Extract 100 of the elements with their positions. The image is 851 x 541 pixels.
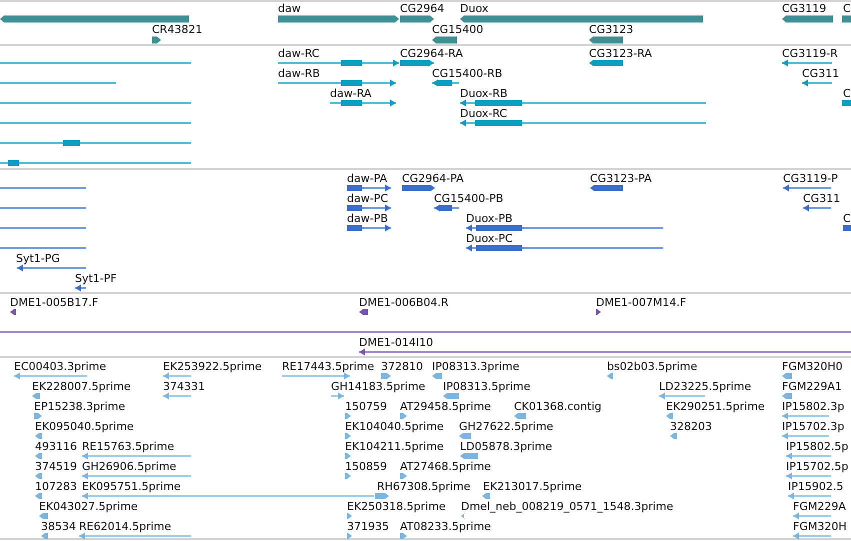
est-feature[interactable] [461, 513, 465, 519]
transcript-feature[interactable] [0, 160, 191, 166]
est-feature[interactable] [35, 473, 42, 479]
feature-label: bs02b03.5prime [607, 360, 698, 373]
est-feature[interactable] [432, 373, 442, 379]
est-feature[interactable] [788, 492, 831, 500]
feature-label: CG3123-PA [590, 172, 652, 185]
feature-label: CG311 [803, 192, 840, 205]
feature-label: daw-PA [347, 172, 388, 185]
est-feature[interactable] [400, 533, 407, 539]
est-feature[interactable] [41, 533, 48, 539]
est-feature[interactable] [282, 372, 350, 380]
est-feature[interactable] [14, 372, 87, 380]
est-feature[interactable] [782, 393, 792, 399]
gene-feature[interactable] [432, 36, 457, 44]
gene-feature[interactable] [400, 16, 434, 22]
est-feature[interactable] [381, 373, 391, 379]
feature-label: RH67308.5prime [377, 480, 470, 493]
feature-label: FGM229A [793, 500, 846, 513]
est-feature[interactable] [39, 513, 48, 519]
protein-feature[interactable] [17, 264, 86, 272]
est-feature[interactable] [163, 372, 191, 380]
est-feature[interactable] [443, 393, 459, 399]
clone-feature[interactable] [359, 348, 851, 356]
est-feature[interactable] [347, 513, 352, 519]
est-feature[interactable] [163, 392, 191, 400]
feature-label: CG311 [802, 67, 840, 80]
est-feature[interactable] [793, 532, 831, 540]
feature-label: IP15702.5p [786, 460, 848, 473]
feature-label: DME1-005B17.F [10, 296, 98, 309]
est-feature[interactable] [482, 493, 490, 499]
clone-feature[interactable] [596, 309, 601, 315]
transcript-feature[interactable] [782, 60, 832, 66]
est-feature[interactable] [345, 453, 351, 459]
feature-label: IP15802.5p [786, 440, 848, 453]
feature-label: CG2964-PA [402, 172, 464, 185]
protein-feature[interactable] [75, 284, 86, 292]
est-feature[interactable] [607, 373, 613, 379]
est-feature[interactable] [35, 433, 42, 439]
transcript-feature[interactable] [460, 120, 706, 126]
feature-label: LD23225.5prime [659, 380, 752, 393]
est-feature[interactable] [400, 413, 407, 419]
est-feature[interactable] [331, 392, 344, 400]
est-feature[interactable] [782, 432, 829, 440]
feature-label: 493116 [35, 440, 77, 453]
feature-label: DME1-014I10 [359, 336, 434, 349]
transcript-feature[interactable] [432, 80, 459, 86]
est-feature[interactable] [345, 413, 351, 419]
transcript-feature[interactable] [330, 100, 396, 106]
est-feature[interactable] [666, 413, 673, 419]
est-feature[interactable] [375, 493, 389, 499]
est-feature[interactable] [659, 392, 705, 400]
est-feature[interactable] [459, 433, 471, 439]
protein-feature[interactable] [466, 244, 663, 252]
est-feature[interactable] [82, 472, 191, 480]
feature-label: daw-PC [347, 192, 388, 205]
feature-label: IP15802.3p [782, 400, 844, 413]
est-feature[interactable] [345, 473, 351, 479]
est-feature[interactable] [670, 433, 677, 439]
est-feature[interactable] [793, 512, 831, 520]
protein-feature[interactable] [434, 204, 459, 212]
feature-label: DME1-006B04.R [359, 296, 449, 309]
clone-feature[interactable] [10, 309, 16, 315]
feature-label: EK250318.5prime [347, 500, 446, 513]
est-feature[interactable] [786, 452, 831, 460]
transcript-feature[interactable] [0, 140, 191, 146]
gene-feature[interactable] [589, 36, 623, 44]
transcript-feature[interactable] [589, 60, 623, 66]
est-feature[interactable] [34, 413, 42, 419]
protein-feature[interactable] [783, 184, 831, 192]
est-feature[interactable] [786, 472, 831, 480]
feature-label: CG15400-PB [434, 192, 504, 205]
est-feature[interactable] [82, 452, 191, 460]
gene-feature[interactable] [152, 36, 161, 44]
protein-feature[interactable] [402, 185, 435, 191]
protein-feature[interactable] [466, 224, 663, 232]
est-feature[interactable] [32, 393, 40, 399]
protein-feature[interactable] [590, 185, 623, 191]
feature-label: 107283 [35, 480, 77, 493]
est-feature[interactable] [347, 533, 352, 539]
est-feature[interactable] [345, 433, 351, 439]
est-feature[interactable] [514, 413, 526, 419]
transcript-feature[interactable] [460, 100, 706, 106]
est-feature[interactable] [79, 532, 191, 540]
protein-feature[interactable] [803, 204, 831, 212]
transcript-feature[interactable] [278, 60, 399, 66]
protein-feature[interactable] [347, 224, 391, 232]
transcript-feature[interactable] [802, 80, 832, 86]
protein-feature[interactable] [347, 204, 391, 212]
est-feature[interactable] [782, 412, 829, 420]
est-feature[interactable] [460, 453, 478, 459]
est-feature[interactable] [782, 373, 792, 379]
feature-label: Duox-PB [466, 212, 512, 225]
protein-feature[interactable] [347, 184, 391, 192]
est-feature[interactable] [35, 493, 42, 499]
transcript-feature[interactable] [278, 80, 396, 86]
clone-feature[interactable] [359, 309, 368, 315]
gene-feature[interactable] [782, 16, 833, 22]
est-feature[interactable] [35, 453, 42, 459]
est-feature[interactable] [400, 473, 407, 479]
